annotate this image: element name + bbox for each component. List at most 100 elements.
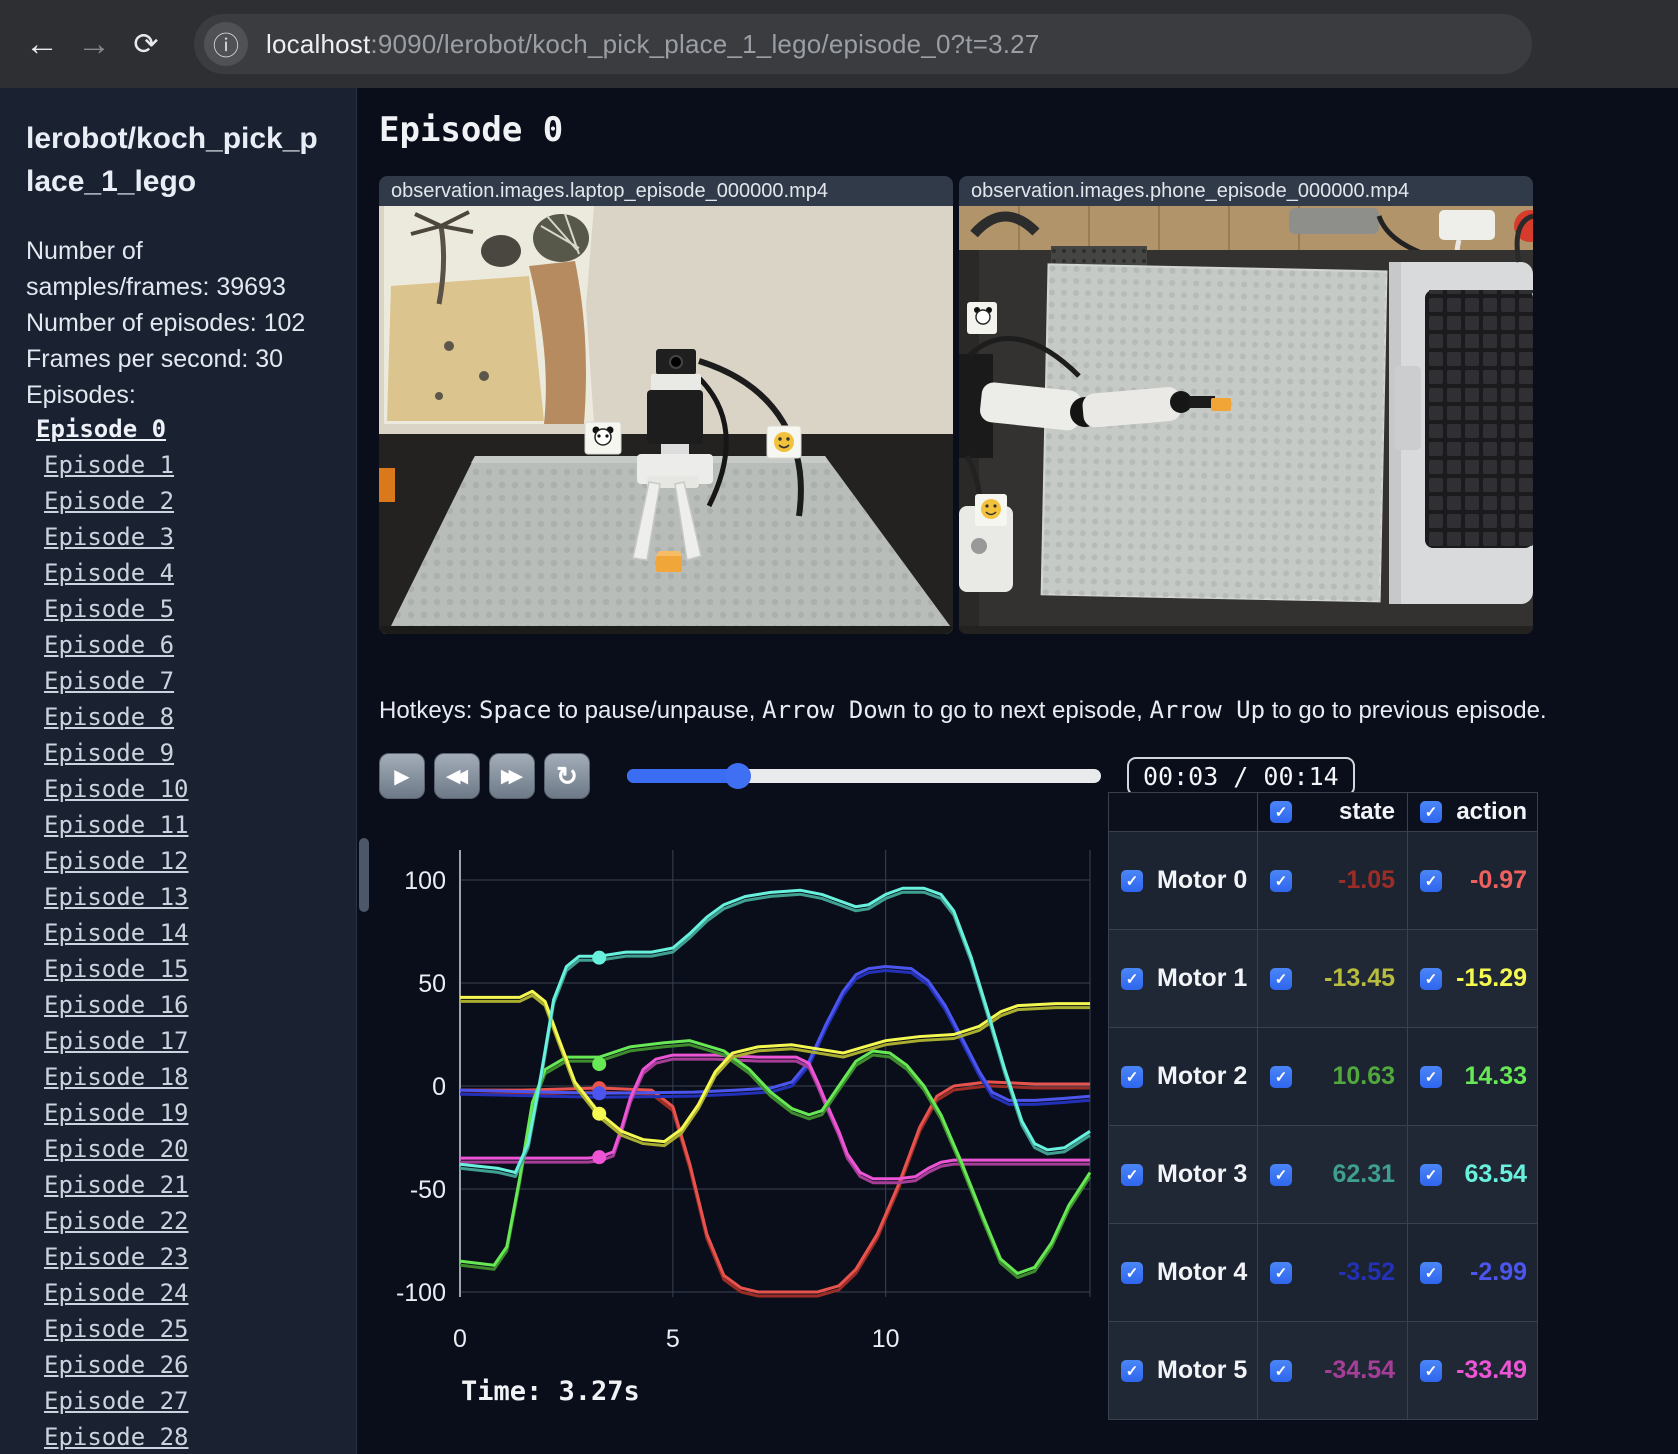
motor-checkbox[interactable]: ✓ bbox=[1121, 1065, 1143, 1088]
episode-link[interactable]: Episode 28 bbox=[44, 1423, 189, 1451]
episode-link[interactable]: Episode 21 bbox=[44, 1171, 189, 1199]
svg-text:0: 0 bbox=[432, 1073, 446, 1101]
episode-link[interactable]: Episode 26 bbox=[44, 1351, 189, 1379]
episode-link[interactable]: Episode 8 bbox=[44, 703, 174, 731]
episode-list-item: Episode 26 bbox=[26, 1349, 336, 1385]
site-info-icon[interactable]: ⓘ bbox=[204, 22, 248, 66]
seek-slider[interactable] bbox=[627, 763, 1101, 789]
episode-link[interactable]: Episode 18 bbox=[44, 1063, 189, 1091]
chart-time-label: Time: 3.27s bbox=[461, 1376, 640, 1407]
motor-checkbox[interactable]: ✓ bbox=[1121, 1163, 1143, 1186]
motor-name-cell: ✓ Motor 4 bbox=[1109, 1224, 1257, 1321]
state-value: 10.63 bbox=[1332, 1062, 1395, 1090]
episode-link[interactable]: Episode 24 bbox=[44, 1279, 189, 1307]
motor-checkbox[interactable]: ✓ bbox=[1121, 1359, 1143, 1382]
state-checkbox[interactable]: ✓ bbox=[1270, 869, 1292, 892]
svg-text:-50: -50 bbox=[410, 1176, 446, 1204]
episode-link[interactable]: Episode 14 bbox=[44, 919, 189, 947]
svg-text:100: 100 bbox=[404, 867, 446, 895]
episode-list-item: Episode 2 bbox=[26, 485, 336, 521]
action-all-checkbox[interactable]: ✓ bbox=[1420, 801, 1442, 823]
episode-list-item: Episode 11 bbox=[26, 809, 336, 845]
motor-row: ✓ Motor 3 ✓ 62.31 ✓ 63.54 bbox=[1109, 1125, 1537, 1223]
action-cell: ✓ -0.97 bbox=[1407, 832, 1539, 929]
motor-name: Motor 5 bbox=[1157, 1356, 1248, 1384]
stat-fps: Frames per second: 30 bbox=[26, 345, 284, 374]
motor-name-cell: ✓ Motor 2 bbox=[1109, 1028, 1257, 1125]
state-checkbox[interactable]: ✓ bbox=[1270, 1065, 1292, 1088]
episode-link[interactable]: Episode 2 bbox=[44, 487, 174, 515]
episode-link[interactable]: Episode 6 bbox=[44, 631, 174, 659]
motor-checkbox[interactable]: ✓ bbox=[1121, 967, 1143, 990]
action-checkbox[interactable]: ✓ bbox=[1420, 869, 1442, 892]
rewind-button[interactable]: ◀◀ bbox=[434, 753, 480, 799]
episode-list-item: Episode 9 bbox=[26, 737, 336, 773]
hotkey-key: Space bbox=[479, 696, 552, 724]
episode-link[interactable]: Episode 9 bbox=[44, 739, 174, 767]
state-header-label: state bbox=[1338, 798, 1395, 825]
action-checkbox[interactable]: ✓ bbox=[1420, 1261, 1442, 1284]
action-checkbox[interactable]: ✓ bbox=[1420, 1065, 1442, 1088]
episode-link[interactable]: Episode 3 bbox=[44, 523, 174, 551]
video-title-laptop: observation.images.laptop_episode_000000… bbox=[379, 176, 953, 206]
scrollbar-thumb[interactable] bbox=[359, 838, 369, 912]
episode-link[interactable]: Episode 13 bbox=[44, 883, 189, 911]
motor-checkbox[interactable]: ✓ bbox=[1121, 1261, 1143, 1284]
episode-link[interactable]: Episode 25 bbox=[44, 1315, 189, 1343]
action-checkbox[interactable]: ✓ bbox=[1420, 967, 1442, 990]
loop-icon: ↻ bbox=[556, 760, 578, 791]
episode-link[interactable]: Episode 10 bbox=[44, 775, 189, 803]
episode-link[interactable]: Episode 22 bbox=[44, 1207, 189, 1235]
action-checkbox[interactable]: ✓ bbox=[1420, 1359, 1442, 1382]
episode-list-item: Episode 0 bbox=[26, 413, 336, 449]
header-state-cell: ✓ state bbox=[1257, 793, 1407, 831]
episode-link[interactable]: Episode 15 bbox=[44, 955, 189, 983]
motor-row: ✓ Motor 0 ✓ -1.05 ✓ -0.97 bbox=[1109, 831, 1537, 929]
episode-link[interactable]: Episode 0 bbox=[36, 415, 166, 443]
back-icon[interactable]: ← bbox=[16, 25, 68, 64]
episode-list-item: Episode 23 bbox=[26, 1241, 336, 1277]
episode-link[interactable]: Episode 19 bbox=[44, 1099, 189, 1127]
episode-link[interactable]: Episode 27 bbox=[44, 1387, 189, 1415]
episode-link[interactable]: Episode 16 bbox=[44, 991, 189, 1019]
episode-list-item: Episode 15 bbox=[26, 953, 336, 989]
episode-list-item: Episode 1 bbox=[26, 449, 336, 485]
header-empty-cell bbox=[1109, 793, 1257, 831]
action-value: 14.33 bbox=[1464, 1062, 1527, 1090]
action-checkbox[interactable]: ✓ bbox=[1420, 1163, 1442, 1186]
slider-thumb[interactable] bbox=[724, 763, 751, 789]
episode-link[interactable]: Episode 5 bbox=[44, 595, 174, 623]
url-bar[interactable]: ⓘ localhost:9090/lerobot/koch_pick_place… bbox=[194, 14, 1532, 74]
reload-icon[interactable]: ⟳ bbox=[120, 27, 172, 62]
episode-link[interactable]: Episode 20 bbox=[44, 1135, 189, 1163]
state-checkbox[interactable]: ✓ bbox=[1270, 1359, 1292, 1382]
episode-link[interactable]: Episode 23 bbox=[44, 1243, 189, 1271]
state-checkbox[interactable]: ✓ bbox=[1270, 1261, 1292, 1284]
state-cell: ✓ -1.05 bbox=[1257, 832, 1407, 929]
state-all-checkbox[interactable]: ✓ bbox=[1270, 801, 1292, 823]
motor-checkbox[interactable]: ✓ bbox=[1121, 869, 1143, 892]
episode-link[interactable]: Episode 7 bbox=[44, 667, 174, 695]
forward-icon[interactable]: → bbox=[68, 25, 120, 64]
motor-name-cell: ✓ Motor 5 bbox=[1109, 1322, 1257, 1419]
svg-text:0: 0 bbox=[453, 1325, 467, 1353]
video-laptop: observation.images.laptop_episode_000000… bbox=[379, 176, 953, 634]
episode-link[interactable]: Episode 17 bbox=[44, 1027, 189, 1055]
fast-forward-button[interactable]: ▶▶ bbox=[489, 753, 535, 799]
loop-button[interactable]: ↻ bbox=[544, 753, 590, 799]
motor-name: Motor 0 bbox=[1157, 866, 1248, 894]
state-checkbox[interactable]: ✓ bbox=[1270, 967, 1292, 990]
state-checkbox[interactable]: ✓ bbox=[1270, 1163, 1292, 1186]
header-action-cell: ✓ action bbox=[1407, 793, 1539, 831]
episode-list-item: Episode 27 bbox=[26, 1385, 336, 1421]
episode-link[interactable]: Episode 4 bbox=[44, 559, 174, 587]
action-value: 63.54 bbox=[1464, 1160, 1527, 1188]
episode-link[interactable]: Episode 1 bbox=[44, 451, 174, 479]
rewind-icon: ◀◀ bbox=[445, 765, 468, 787]
episode-link[interactable]: Episode 12 bbox=[44, 847, 189, 875]
state-cell: ✓ 62.31 bbox=[1257, 1126, 1407, 1223]
motor-table: ✓ state ✓ action ✓ Motor 0 ✓ -1.05 ✓ -0.97 ✓ Mo… bbox=[1108, 792, 1538, 1420]
motor-row: ✓ Motor 1 ✓ -13.45 ✓ -15.29 bbox=[1109, 929, 1537, 1027]
play-button[interactable]: ▶ bbox=[379, 753, 425, 799]
episode-link[interactable]: Episode 11 bbox=[44, 811, 189, 839]
